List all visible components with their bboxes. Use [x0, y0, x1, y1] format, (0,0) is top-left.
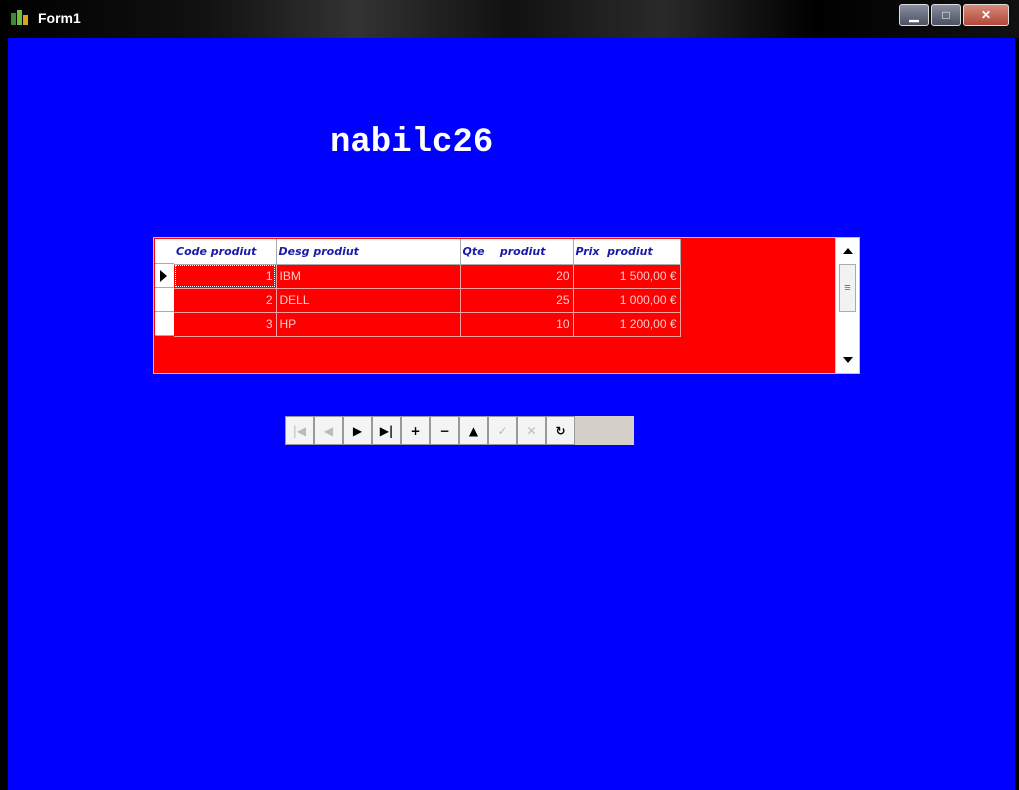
scroll-thumb[interactable]: ≡	[839, 264, 856, 312]
minimize-button[interactable]: ▁	[899, 4, 929, 26]
scroll-down-arrow-icon[interactable]	[843, 357, 853, 363]
nav-insert-button[interactable]: +	[401, 416, 430, 445]
cell-desg[interactable]: IBM	[276, 264, 461, 289]
scroll-up-arrow-icon[interactable]	[843, 248, 853, 254]
column-header-prix[interactable]: Prix prodiut	[573, 239, 681, 265]
nav-refresh-button[interactable]: ↻	[546, 416, 575, 445]
row-indicator[interactable]	[155, 312, 174, 336]
nav-edit-button[interactable]: ▲	[459, 416, 488, 445]
grid-header-row: Code prodiut Desg prodiut Qte prodiut Pr…	[174, 239, 681, 265]
row-indicator-column	[155, 239, 174, 336]
cell-prix[interactable]: 1 500,00 €	[573, 264, 681, 289]
cell-qte[interactable]: 20	[460, 264, 574, 289]
nav-cancel-button[interactable]: ✕	[517, 416, 546, 445]
current-row-arrow-icon	[160, 270, 167, 282]
nav-post-button[interactable]: ✓	[488, 416, 517, 445]
cell-code[interactable]: 2	[174, 288, 277, 313]
table-row[interactable]: 2 DELL 25 1 000,00 €	[174, 288, 681, 313]
column-header-code[interactable]: Code prodiut	[174, 239, 277, 265]
maximize-button[interactable]: □	[931, 4, 961, 26]
column-header-qte[interactable]: Qte prodiut	[460, 239, 574, 265]
cell-code[interactable]: 3	[174, 312, 277, 337]
edit-icon: ▲	[468, 423, 479, 438]
close-icon: ✕	[980, 8, 992, 22]
form-client-area: nabilc26 Code prodiut Desg prodiut Qte p…	[8, 38, 1015, 790]
application-window: Form1 ▁ □ ✕ nabilc26 Code prodiut Desg p…	[0, 0, 1019, 790]
page-title: nabilc26	[330, 124, 494, 162]
close-button[interactable]: ✕	[963, 4, 1009, 26]
grid-table: Code prodiut Desg prodiut Qte prodiut Pr…	[174, 239, 681, 337]
column-header-desg[interactable]: Desg prodiut	[276, 239, 461, 265]
cell-desg[interactable]: HP	[276, 312, 461, 337]
app-icon	[11, 10, 28, 25]
prior-record-icon: ◀	[323, 423, 334, 438]
minimize-icon: ▁	[909, 8, 919, 22]
checkmark-icon: ✓	[497, 423, 508, 438]
cell-code[interactable]: 1	[174, 264, 277, 289]
db-navigator: |◀ ◀ ▶ ▶| + − ▲ ✓ ✕ ↻	[285, 416, 634, 445]
last-record-icon: ▶|	[379, 423, 394, 438]
table-row[interactable]: 3 HP 10 1 200,00 €	[174, 312, 681, 337]
refresh-icon: ↻	[555, 423, 566, 438]
cell-prix[interactable]: 1 000,00 €	[573, 288, 681, 313]
next-record-icon: ▶	[352, 423, 363, 438]
table-row[interactable]: 1 IBM 20 1 500,00 €	[174, 264, 681, 289]
cell-qte[interactable]: 10	[460, 312, 574, 337]
nav-first-button[interactable]: |◀	[285, 416, 314, 445]
row-indicator[interactable]	[155, 288, 174, 312]
row-indicator[interactable]	[155, 264, 174, 288]
nav-last-button[interactable]: ▶|	[372, 416, 401, 445]
cell-desg[interactable]: DELL	[276, 288, 461, 313]
maximize-icon: □	[942, 8, 950, 22]
plus-icon: +	[410, 423, 421, 438]
cell-prix[interactable]: 1 200,00 €	[573, 312, 681, 337]
nav-delete-button[interactable]: −	[430, 416, 459, 445]
window-title: Form1	[38, 10, 81, 26]
vertical-scrollbar[interactable]: ≡	[835, 238, 859, 373]
indicator-header	[155, 239, 174, 264]
cell-qte[interactable]: 25	[460, 288, 574, 313]
nav-next-button[interactable]: ▶	[343, 416, 372, 445]
cancel-x-icon: ✕	[526, 423, 537, 438]
nav-prior-button[interactable]: ◀	[314, 416, 343, 445]
data-grid[interactable]: Code prodiut Desg prodiut Qte prodiut Pr…	[153, 237, 860, 374]
first-record-icon: |◀	[292, 423, 307, 438]
title-bar[interactable]: Form1 ▁ □ ✕	[0, 0, 1019, 38]
minus-icon: −	[439, 423, 450, 438]
